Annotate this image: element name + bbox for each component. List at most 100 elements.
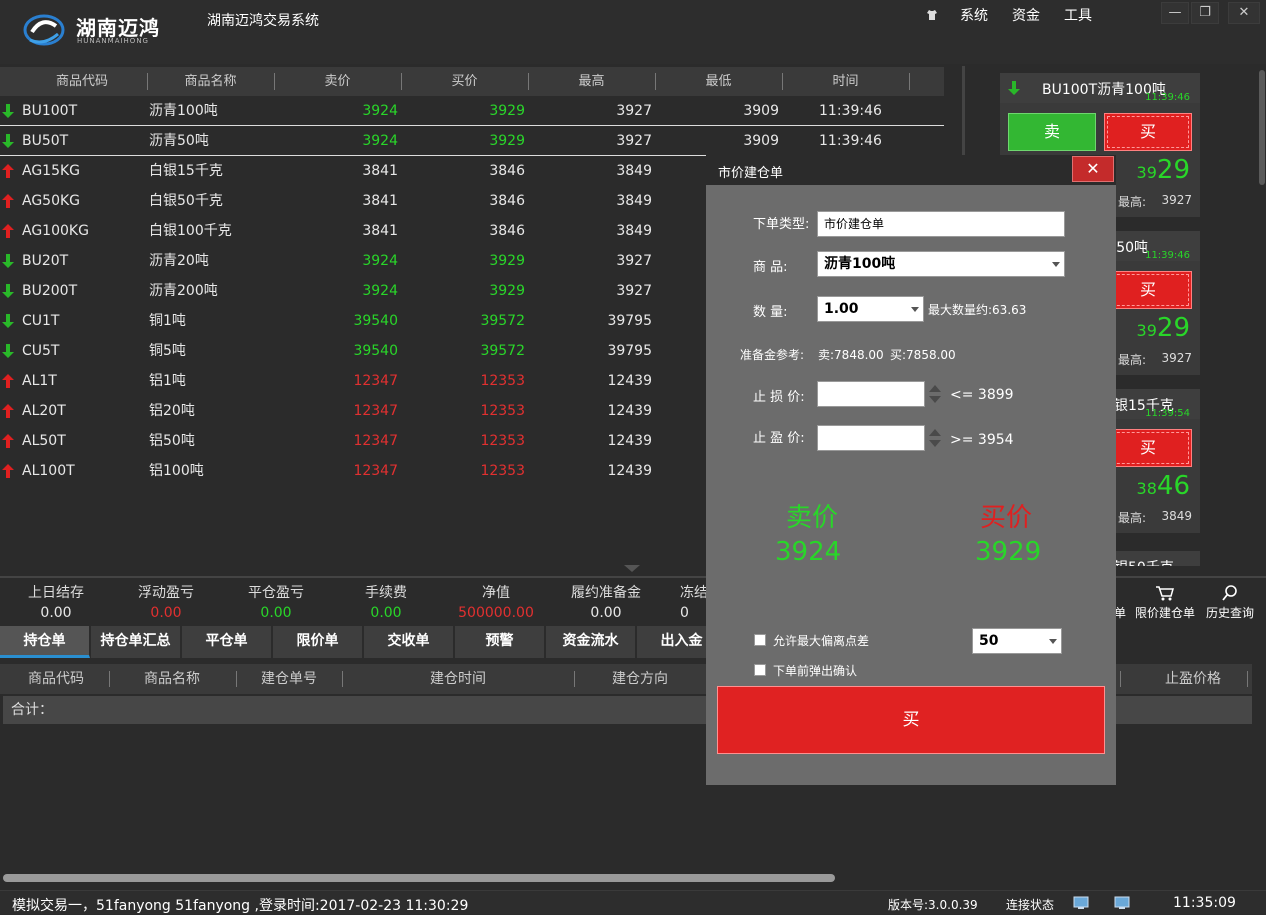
down-arrow-icon [2, 254, 14, 268]
account-item: 浮动盈亏 0.00 [116, 582, 216, 621]
take-profit-spinner-icon[interactable] [927, 426, 943, 450]
price-prefix: 38 [1136, 479, 1157, 498]
market-cell-name: 铜1吨 [149, 313, 186, 329]
close-window-button[interactable]: ✕ [1228, 2, 1260, 24]
submit-buy-button[interactable]: 买 [717, 686, 1105, 754]
col-divider [574, 671, 575, 687]
right-scrollbar-thumb[interactable] [1259, 70, 1265, 185]
market-cell-time: 11:39:46 [819, 133, 882, 149]
quote-card-high: 3849 [1161, 509, 1192, 523]
market-cell-sell: 39540 [353, 313, 398, 329]
tab-2[interactable]: 平仓单 [182, 626, 272, 658]
take-profit-label: 止 盈 价: [753, 431, 805, 446]
account-item-label: 浮动盈亏 [138, 585, 194, 601]
market-cell-sell: 12347 [353, 433, 398, 449]
col-code[interactable]: 商品代码 [22, 67, 142, 96]
tab-6[interactable]: 资金流水 [546, 626, 636, 658]
logo-mark-icon [23, 14, 65, 46]
take-profit-input[interactable] [817, 425, 925, 451]
pos-col-take-profit[interactable]: 止盈价格 [1165, 664, 1221, 694]
market-cell-buy: 12353 [480, 403, 525, 419]
account-item-label: 手续费 [365, 585, 407, 601]
order-type-label: 下单类型: [753, 217, 810, 232]
up-arrow-icon [2, 374, 14, 388]
col-name[interactable]: 商品名称 [148, 67, 273, 96]
margin-buy: 买:7858.00 [890, 348, 956, 362]
market-cell-buy: 39572 [480, 343, 525, 359]
buy-price-value: 3929 [975, 537, 1042, 567]
pos-col-direction[interactable]: 建仓方向 [612, 664, 668, 694]
minimize-button[interactable]: — [1161, 2, 1189, 24]
collapse-arrow-icon[interactable] [624, 565, 640, 573]
pos-col-order-no[interactable]: 建仓单号 [261, 664, 317, 694]
pos-col-open-time[interactable]: 建仓时间 [430, 664, 486, 694]
allow-deviation-checkbox[interactable] [754, 634, 766, 646]
quote-card-price: 3929 [1137, 313, 1190, 343]
quantity-select[interactable]: 1.00 [817, 296, 924, 322]
account-item: 履约准备金 0.00 [556, 582, 656, 621]
market-cell-name: 白银50千克 [149, 193, 223, 209]
market-cell-code: AG100KG [22, 223, 89, 239]
product-select-value: 沥青100吨 [824, 256, 896, 272]
menu-tools[interactable]: 工具 [1064, 5, 1092, 25]
market-row[interactable]: BU100T 沥青100吨 3924 3929 3927 3909 11:39:46 [0, 96, 944, 126]
stop-loss-spinner-icon[interactable] [927, 382, 943, 406]
stop-loss-input[interactable] [817, 381, 925, 407]
market-cell-high: 12439 [607, 433, 652, 449]
col-low[interactable]: 最低 [656, 67, 781, 96]
col-divider [1247, 671, 1248, 687]
col-high[interactable]: 最高 [529, 67, 654, 96]
price-prefix: 39 [1136, 321, 1157, 340]
market-cell-code: AL50T [22, 433, 66, 449]
up-arrow-icon [2, 164, 14, 178]
menu-system[interactable]: 系统 [960, 5, 988, 25]
buy-price-label: 买价 [980, 503, 1033, 533]
price-suffix: 29 [1156, 313, 1190, 343]
deviation-select[interactable]: 50 [972, 628, 1062, 654]
market-cell-code: BU100T [22, 103, 78, 119]
confirm-popup-checkbox[interactable] [754, 664, 766, 676]
horizontal-scrollbar[interactable] [3, 874, 835, 882]
market-cell-name: 沥青100吨 [149, 103, 218, 119]
margin-label: 准备金参考: [740, 348, 805, 362]
market-cell-buy: 12353 [480, 373, 525, 389]
order-type-field[interactable]: 市价建仓单 [817, 211, 1065, 237]
market-cell-code: CU5T [22, 343, 60, 359]
market-cell-buy: 12353 [480, 433, 525, 449]
tab-5[interactable]: 预警 [455, 626, 545, 658]
up-arrow-icon [2, 404, 14, 418]
market-cell-sell: 3924 [362, 103, 398, 119]
quote-card-high-label: 最高: [1118, 353, 1147, 367]
skin-icon[interactable] [926, 9, 938, 21]
tab-1[interactable]: 持仓单汇总 [91, 626, 181, 658]
quick-buy-button[interactable]: 买 [1104, 113, 1192, 151]
menu-funds[interactable]: 资金 [1012, 5, 1040, 25]
product-select[interactable]: 沥青100吨 [817, 251, 1065, 277]
market-cell-buy: 12353 [480, 463, 525, 479]
tab-4[interactable]: 交收单 [364, 626, 454, 658]
market-cell-high: 3849 [616, 193, 652, 209]
col-time[interactable]: 时间 [783, 67, 908, 96]
account-item-value: 0.00 [370, 605, 402, 621]
status-bar: 模拟交易一，51fanyong 51fanyong ,登录时间:2017-02-… [0, 890, 1266, 914]
quick-buy-button[interactable]: 买 [1104, 429, 1192, 467]
quote-card-high-label: 最高: [1118, 511, 1147, 525]
dialog-close-button[interactable]: ✕ [1072, 156, 1114, 182]
app-title: 湖南迈鸿交易系统 [207, 13, 319, 29]
col-sell[interactable]: 卖价 [275, 67, 400, 96]
history-tool[interactable]: 历史查询 [1204, 584, 1256, 621]
quick-buy-button[interactable]: 买 [1104, 271, 1192, 309]
down-arrow-icon [2, 314, 14, 328]
col-buy[interactable]: 买价 [402, 67, 527, 96]
limit-order-tool[interactable]: 限价建仓单 [1134, 584, 1196, 621]
restore-button[interactable]: ❐ [1191, 2, 1219, 24]
market-row[interactable]: BU50T 沥青50吨 3924 3929 3927 3909 11:39:46 [0, 126, 944, 156]
limit-order-tool-label: 限价建仓单 [1134, 606, 1195, 620]
tab-3[interactable]: 限价单 [273, 626, 363, 658]
account-item-value: 0.00 [260, 605, 292, 621]
pos-col-name[interactable]: 商品名称 [144, 664, 200, 694]
pos-col-code[interactable]: 商品代码 [28, 664, 84, 694]
tab-0[interactable]: 持仓单 [0, 626, 90, 658]
quick-sell-button[interactable]: 卖 [1008, 113, 1096, 151]
account-item-label: 净值 [482, 585, 510, 601]
